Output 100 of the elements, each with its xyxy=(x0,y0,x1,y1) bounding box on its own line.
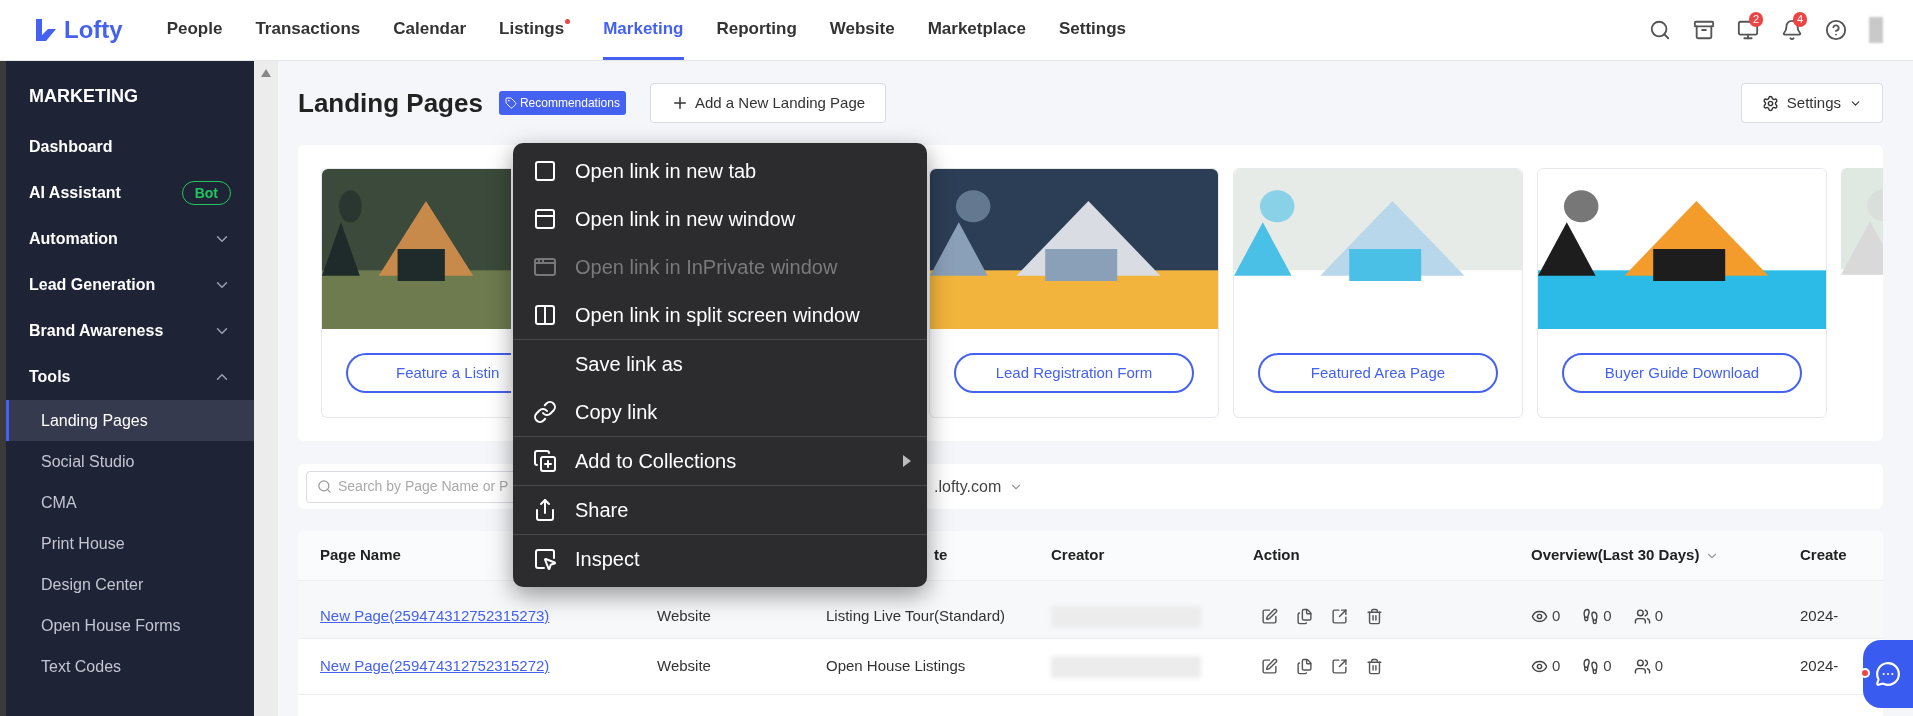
column-header: te xyxy=(934,546,948,564)
page-link[interactable]: New Page(259474312752315273) xyxy=(320,607,550,625)
chat-icon xyxy=(1875,661,1901,687)
table-cell: 2024- xyxy=(1800,657,1839,675)
submenu-arrow-icon xyxy=(903,455,911,467)
split-screen-icon xyxy=(533,303,557,327)
tag-icon xyxy=(504,97,517,109)
sidebar-item[interactable]: Automation xyxy=(6,216,254,262)
nav-tab[interactable]: Calendar xyxy=(393,0,467,60)
sidebar-subitem[interactable]: Design Center xyxy=(6,564,254,605)
link-icon xyxy=(533,400,557,424)
sidebar-subitem[interactable]: Text Codes xyxy=(6,646,254,687)
people-icon xyxy=(1633,658,1651,675)
trash-icon[interactable] xyxy=(1366,658,1383,675)
logo-text[interactable]: Lofty xyxy=(64,12,123,48)
nav-tab[interactable]: Marketing xyxy=(603,0,684,60)
sidebar-item[interactable]: Tools xyxy=(6,354,254,400)
nav-tab[interactable]: Reporting xyxy=(716,0,797,60)
menu-item[interactable]: Add to Collections xyxy=(513,437,927,485)
template-button[interactable]: Feature a Listin xyxy=(346,353,511,393)
page-title: Landing Pages xyxy=(298,86,483,120)
table-cell: Listing Live Tour(Standard) xyxy=(826,607,1005,625)
sidebar-subitem[interactable]: Landing Pages xyxy=(6,400,254,441)
notification-badge: 2 xyxy=(1749,12,1764,27)
sidebar-subitem[interactable]: Open House Forms xyxy=(6,605,254,646)
column-header: Create xyxy=(1800,546,1847,564)
column-header: Action xyxy=(1253,546,1300,564)
visits-count: 0 xyxy=(1603,606,1612,627)
logo-icon xyxy=(34,17,58,43)
trash-icon[interactable] xyxy=(1366,608,1383,625)
menu-item[interactable]: Open link in split screen window xyxy=(513,291,927,339)
sidebar-subitem[interactable]: CMA xyxy=(6,482,254,523)
sidebar-item[interactable]: AI Assistant Bot xyxy=(6,170,254,216)
sidebar-item[interactable]: Dashboard xyxy=(6,124,254,170)
menu-item[interactable]: Open link in new tab xyxy=(513,147,927,195)
template-button[interactable]: Buyer Guide Download xyxy=(1562,353,1802,393)
template-card[interactable]: Feature a Listin xyxy=(321,168,511,418)
nav-tab[interactable]: Marketplace xyxy=(927,0,1026,60)
leads-count: 0 xyxy=(1654,606,1664,627)
share-icon[interactable] xyxy=(1331,608,1348,625)
add-landing-page-button[interactable]: Add a New Landing Page xyxy=(650,83,887,123)
template-card[interactable]: Featured Area Page xyxy=(1233,168,1523,418)
edit-icon[interactable] xyxy=(1261,658,1278,675)
tab-icon xyxy=(533,159,557,183)
sidebar-subitem[interactable]: Social Studio xyxy=(6,441,254,482)
visits-count: 0 xyxy=(1603,656,1612,677)
leads-count: 0 xyxy=(1654,656,1664,677)
column-header[interactable]: Overview(Last 30 Days) xyxy=(1531,544,1700,567)
private-window-icon xyxy=(533,255,557,279)
scrollbar[interactable] xyxy=(254,61,278,716)
nav-tab[interactable]: Website xyxy=(829,0,895,60)
table-cell: Open House Listings xyxy=(826,657,966,675)
views-count: 0 xyxy=(1552,606,1561,627)
notification-badge: 4 xyxy=(1793,12,1808,27)
chat-button[interactable] xyxy=(1863,640,1913,708)
menu-item[interactable]: Copy link xyxy=(513,388,927,436)
edit-icon[interactable] xyxy=(1261,608,1278,625)
page-link[interactable]: New Page(259474312752315272) xyxy=(320,657,550,675)
nav-tab[interactable]: Transactions xyxy=(255,0,361,60)
menu-item[interactable]: Open link in new window xyxy=(513,195,927,243)
nav-tab[interactable]: People xyxy=(166,0,223,60)
template-card[interactable]: Lead Registration Form xyxy=(929,168,1219,418)
eye-icon xyxy=(1531,658,1548,675)
views-count: 0 xyxy=(1552,656,1561,677)
template-button[interactable]: Featured Area Page xyxy=(1258,353,1498,393)
recommendations-badge[interactable]: Recommendations xyxy=(498,91,626,115)
search-icon[interactable] xyxy=(1649,19,1671,41)
menu-item[interactable]: Share xyxy=(513,486,927,534)
settings-icon xyxy=(1761,94,1779,112)
sidebar-heading: MARKETING xyxy=(28,85,139,108)
nav-tab[interactable]: Settings xyxy=(1058,0,1126,60)
copy-icon[interactable] xyxy=(1296,658,1313,675)
table-cell: Website xyxy=(657,657,711,675)
share-icon[interactable] xyxy=(1331,658,1348,675)
sidebar-subitem[interactable]: Print House xyxy=(6,523,254,564)
copy-icon[interactable] xyxy=(1296,608,1313,625)
column-header: Page Name xyxy=(320,546,401,564)
template-button[interactable]: Lead Registration Form xyxy=(954,353,1194,393)
column-header: Creator xyxy=(1051,546,1105,564)
scroll-up-icon[interactable] xyxy=(261,69,271,77)
nav-tab[interactable]: Listings xyxy=(499,0,571,60)
inspect-icon xyxy=(533,547,557,571)
table-cell: 2024- xyxy=(1800,607,1839,625)
sidebar-item[interactable]: Lead Generation xyxy=(6,262,254,308)
footprints-icon xyxy=(1582,658,1600,675)
people-icon xyxy=(1633,608,1651,625)
menu-item[interactable]: Save link as xyxy=(513,340,927,388)
settings-button[interactable]: Settings xyxy=(1740,83,1883,123)
domain-dropdown[interactable]: .lofty.com xyxy=(934,474,1024,499)
table-cell: Website xyxy=(657,607,711,625)
plus-icon xyxy=(671,94,689,112)
help-icon[interactable] xyxy=(1825,19,1847,41)
tray-icon[interactable] xyxy=(1693,19,1715,41)
menu-item[interactable]: Inspect xyxy=(513,535,927,583)
share-icon xyxy=(533,498,557,522)
template-card[interactable]: Buyer Guide Download xyxy=(1537,168,1827,418)
search-icon xyxy=(317,479,332,494)
sidebar-item[interactable]: Brand Awareness xyxy=(6,308,254,354)
window-icon xyxy=(533,207,557,231)
footprints-icon xyxy=(1582,608,1600,625)
